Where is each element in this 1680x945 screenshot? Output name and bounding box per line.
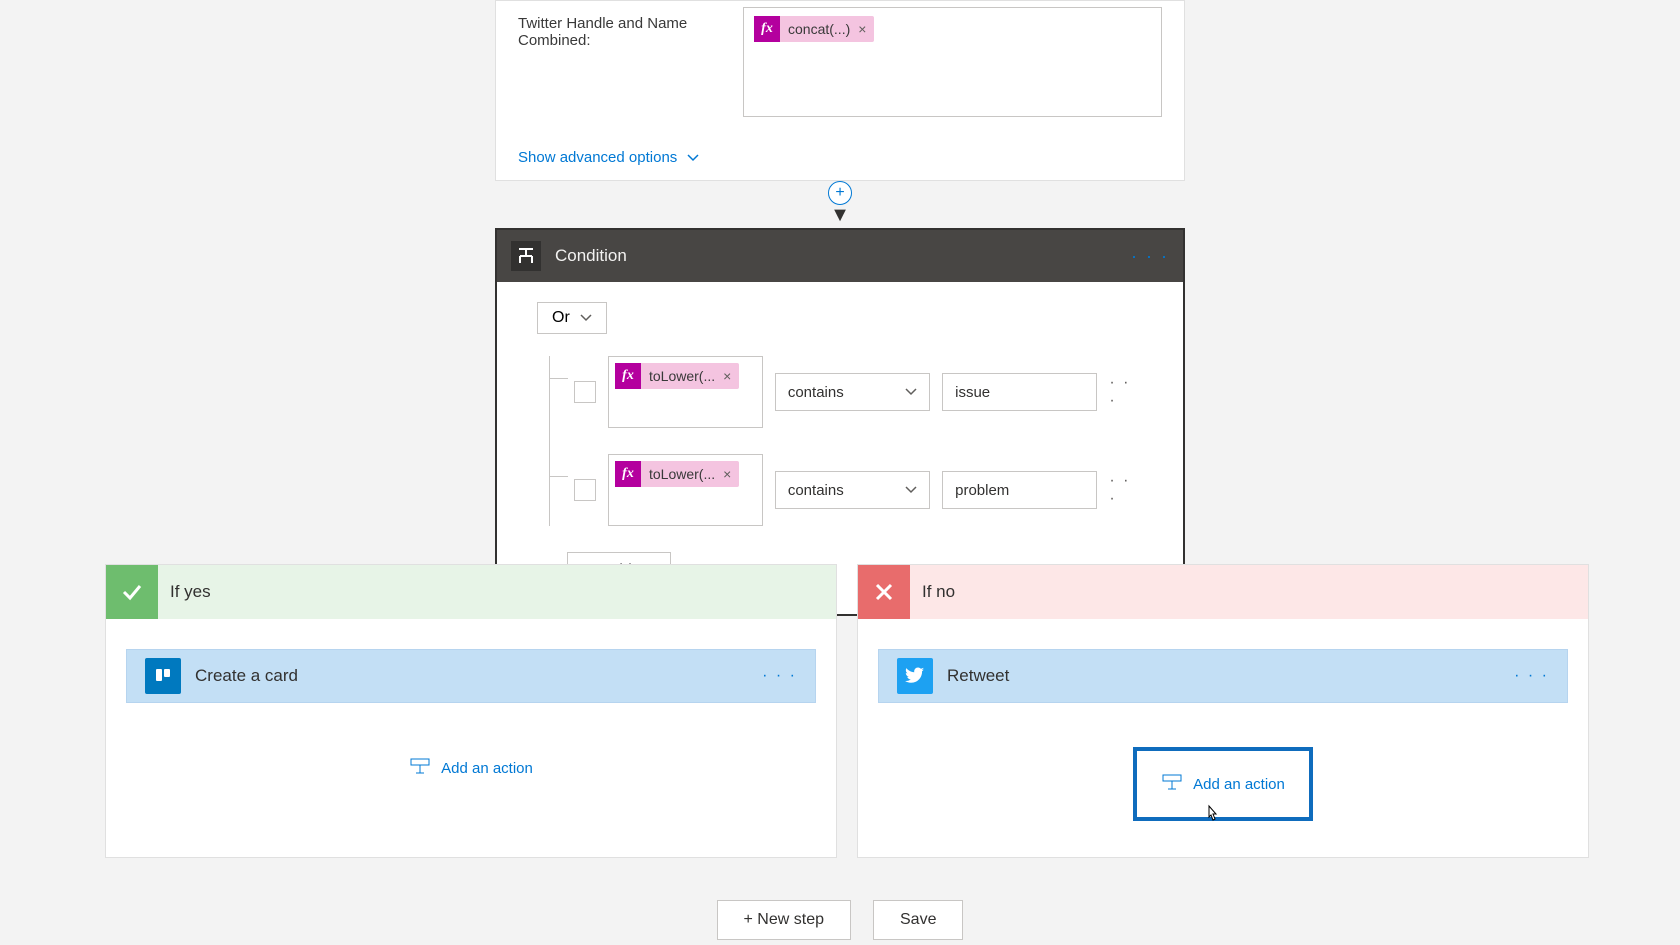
condition-compare-input[interactable]: problem	[942, 471, 1097, 509]
add-action-label: Add an action	[441, 760, 533, 777]
arrow-down-icon: ▼	[830, 204, 850, 227]
branch-title-yes: If yes	[170, 582, 211, 602]
new-step-button[interactable]: + New step	[717, 900, 851, 940]
remove-pill-icon[interactable]: ×	[723, 466, 739, 482]
trello-icon	[145, 658, 181, 694]
expression-pill-tolower[interactable]: fx toLower(... ×	[615, 363, 739, 389]
cross-icon	[858, 565, 910, 619]
show-advanced-label: Show advanced options	[518, 149, 677, 166]
field-input-twitter-combined[interactable]: fx concat(...) ×	[743, 7, 1162, 117]
branch-if-no: If no Retweet · · · Add an action	[857, 564, 1589, 858]
condition-operator-select[interactable]: contains	[775, 373, 930, 411]
row-checkbox[interactable]	[574, 479, 596, 501]
branch-if-yes: If yes Create a card · · · Add an action	[105, 564, 837, 858]
pill-label: concat(...)	[780, 21, 858, 37]
remove-pill-icon[interactable]: ×	[858, 21, 874, 37]
compare-value: problem	[955, 482, 1009, 499]
fx-icon: fx	[615, 461, 641, 487]
add-action-button-yes[interactable]: Add an action	[393, 747, 549, 789]
operator-label: contains	[788, 384, 844, 401]
expression-pill-tolower[interactable]: fx toLower(... ×	[615, 461, 739, 487]
branch-header-yes: If yes	[106, 565, 836, 619]
compose-action-card: Twitter Handle and Name Combined: fx con…	[495, 0, 1185, 181]
condition-icon	[511, 241, 541, 271]
condition-card: Condition · · · Or fx toLower(... × cont…	[495, 228, 1185, 616]
condition-branches: If yes Create a card · · · Add an action…	[105, 564, 1565, 858]
show-advanced-options-link[interactable]: Show advanced options	[496, 135, 721, 180]
condition-operator-select[interactable]: contains	[775, 471, 930, 509]
operator-label: contains	[788, 482, 844, 499]
action-title: Create a card	[195, 666, 298, 686]
condition-compare-input[interactable]: issue	[942, 373, 1097, 411]
add-action-icon	[1161, 773, 1183, 795]
add-action-label: Add an action	[1193, 776, 1285, 793]
chevron-down-icon	[580, 312, 592, 324]
twitter-icon	[897, 658, 933, 694]
fx-icon: fx	[754, 16, 780, 42]
chevron-down-icon	[687, 152, 699, 164]
group-op-label: Or	[552, 309, 570, 327]
action-card-twitter-retweet[interactable]: Retweet · · ·	[878, 649, 1568, 703]
add-action-button-no[interactable]: Add an action	[1133, 747, 1313, 821]
condition-value-input[interactable]: fx toLower(... ×	[608, 356, 763, 428]
condition-group-operator[interactable]: Or	[537, 302, 607, 334]
action-menu-button[interactable]: · · ·	[1514, 667, 1549, 685]
branch-title-no: If no	[922, 582, 955, 602]
row-menu-button[interactable]: · · ·	[1109, 472, 1143, 508]
action-menu-button[interactable]: · · ·	[762, 667, 797, 685]
condition-menu-button[interactable]: · · ·	[1131, 246, 1169, 267]
action-card-trello-create[interactable]: Create a card · · ·	[126, 649, 816, 703]
add-action-icon	[409, 757, 431, 779]
chevron-down-icon	[905, 386, 917, 398]
condition-value-input[interactable]: fx toLower(... ×	[608, 454, 763, 526]
condition-title: Condition	[555, 246, 627, 266]
condition-header[interactable]: Condition · · ·	[497, 230, 1183, 282]
compare-value: issue	[955, 384, 990, 401]
condition-row: fx toLower(... × contains issue · · ·	[550, 356, 1143, 428]
save-button[interactable]: Save	[873, 900, 963, 940]
pill-label: toLower(...	[641, 466, 723, 482]
expression-pill-concat[interactable]: fx concat(...) ×	[754, 16, 874, 42]
condition-row: fx toLower(... × contains problem · · ·	[550, 454, 1143, 526]
field-label-twitter-combined: Twitter Handle and Name Combined:	[518, 7, 743, 49]
row-menu-button[interactable]: · · ·	[1109, 374, 1143, 410]
branch-header-no: If no	[858, 565, 1588, 619]
bottom-button-row: + New step Save	[0, 900, 1680, 940]
fx-icon: fx	[615, 363, 641, 389]
check-icon	[106, 565, 158, 619]
pill-label: toLower(...	[641, 368, 723, 384]
action-title: Retweet	[947, 666, 1009, 686]
chevron-down-icon	[905, 484, 917, 496]
remove-pill-icon[interactable]: ×	[723, 368, 739, 384]
add-step-between-button[interactable]: +	[828, 181, 852, 205]
row-checkbox[interactable]	[574, 381, 596, 403]
